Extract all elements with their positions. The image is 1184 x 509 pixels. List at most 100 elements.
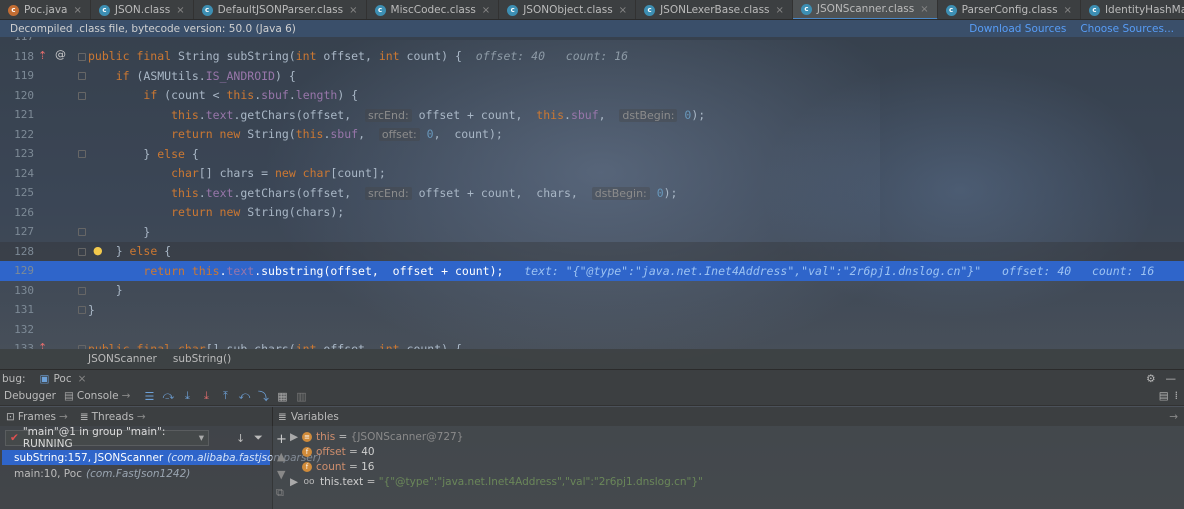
pin-icon[interactable]: → [1169,411,1178,423]
close-icon[interactable]: × [619,5,627,16]
code-line[interactable]: 124 char[] chars = new char[count]; [0,164,1184,184]
tab-identityhashmap-class[interactable]: cIdentityHashMap.class× [1081,0,1184,19]
stack-frame[interactable]: subString:157, JSONScanner (com.alibaba.f… [2,450,321,465]
thread-selector[interactable]: ✔ "main"@1 in group "main": RUNNING ▾ [5,426,209,450]
fold-marker-icon[interactable] [78,286,86,295]
fold-marker-icon[interactable] [78,306,86,314]
tab-defaultjsonparser-class[interactable]: c DefaultJSONParser.class × [194,0,367,19]
minimize-icon[interactable]: — [1166,373,1177,385]
code-line[interactable]: 118 public final String subString(int off… [0,47,1184,67]
variable-row[interactable]: ▶ oo this.text = "{"@type":"java.net.Inet4… [290,474,703,489]
code-line[interactable]: 133 public final char[] sub_chars(int off… [0,339,1184,349]
expand-arrow-icon[interactable]: ▶ [290,476,302,488]
breadcrumb-class[interactable]: JSONScanner [88,353,157,365]
force-step-into-icon[interactable]: ⤓ [197,388,215,404]
download-sources-link[interactable]: Download Sources [969,23,1066,35]
close-icon[interactable]: × [776,5,784,16]
line-number[interactable]: 130 [0,284,34,297]
line-number[interactable]: 118 [0,50,34,63]
trace-icon[interactable]: ▥ [292,388,310,404]
evaluate-expression-icon[interactable]: ▦ [273,388,291,404]
code-line[interactable]: 129 return this.text.substring(offset, o… [0,261,1184,281]
code-line[interactable]: 127 } [0,222,1184,242]
line-number[interactable]: 131 [0,303,34,316]
fold-marker-icon[interactable] [78,72,86,80]
threads-tab[interactable]: ≣ Threads → [80,411,146,423]
variable-row[interactable]: f count = 16 [290,459,374,474]
override-icon[interactable]: ⇡ [38,49,47,62]
code-line[interactable]: 130 } [0,281,1184,301]
line-number[interactable]: 121 [0,108,34,121]
line-number[interactable]: 128 [0,245,34,258]
tab-misccodec-class[interactable]: c MiscCodec.class × [367,0,500,19]
code-line[interactable]: 126 return new String(chars); [0,203,1184,223]
expand-arrow-icon[interactable]: ▶ [290,431,302,443]
line-number[interactable]: 124 [0,167,34,180]
line-number[interactable]: 119 [0,69,34,82]
line-number[interactable]: 120 [0,89,34,102]
close-icon[interactable]: × [176,5,184,16]
fold-marker-icon[interactable] [78,247,86,256]
stack-frame[interactable]: main:10, Poc (com.FastJson1242) [2,466,270,481]
up-arrow-icon[interactable]: ▲ [277,450,285,463]
fold-marker-icon[interactable] [78,91,86,100]
code-line[interactable]: 131} [0,300,1184,320]
code-line[interactable]: 119 if (ASMUtils.IS_ANDROID) { [0,66,1184,86]
fold-marker-icon[interactable] [78,228,86,236]
code-line[interactable]: 132 [0,320,1184,340]
close-icon[interactable]: × [74,5,82,16]
tab-jsonlexerbase-class[interactable]: c JSONLexerBase.class × [636,0,793,19]
annotation-icon[interactable]: @ [55,48,66,61]
variables-tab[interactable]: ≣ Variables → [272,407,1184,426]
copy-icon[interactable]: ⧉ [276,486,284,500]
code-line[interactable]: 123 } else { [0,144,1184,164]
add-watch-icon[interactable]: + [276,432,287,447]
choose-sources-link[interactable]: Choose Sources... [1080,23,1174,35]
filter-icon[interactable]: ⏷ [254,431,263,445]
console-tab[interactable]: ▤ Console → [64,390,130,402]
code-line[interactable]: 128 } else { [0,241,1184,261]
frames-tab[interactable]: ⊡ Frames → [6,411,68,423]
show-execution-point-icon[interactable]: ☰ [140,388,158,404]
tab-jsonscanner-class[interactable]: c JSONScanner.class × [792,0,938,19]
fold-marker-icon[interactable] [78,52,86,61]
tab-json-class[interactable]: c JSON.class × [91,0,194,19]
override-icon[interactable]: ⇡ [38,341,47,349]
code-line[interactable]: 125 this.text.getChars(offset, srcEnd: o… [0,183,1184,203]
code-line[interactable]: 122 return new String(this.sbuf, offset:… [0,125,1184,145]
debugger-tab[interactable]: Debugger [4,390,56,402]
variable-row[interactable]: f offset = 40 [290,444,375,459]
line-number[interactable]: 133 [0,342,34,349]
close-icon[interactable]: × [920,4,928,15]
variable-row[interactable]: ▶ ≡ this = {JSONScanner@727} [290,429,463,444]
fold-marker-icon[interactable] [78,150,86,158]
line-number[interactable]: 129 [0,264,34,277]
run-to-cursor-icon[interactable]: ⤵ [254,388,272,404]
close-icon[interactable]: × [349,5,357,16]
close-icon[interactable]: × [1064,5,1072,16]
line-number[interactable]: 123 [0,147,34,160]
line-number[interactable]: 117 [0,37,34,43]
code-line[interactable]: 120 if (count < this.sbuf.length) { [0,86,1184,106]
step-into-icon[interactable]: ⤓ [178,388,196,404]
bulb-icon[interactable]: ● [93,244,103,257]
drop-frame-icon[interactable]: ⤺ [235,388,253,404]
tab-parserconfig-class[interactable]: c ParserConfig.class × [938,0,1081,19]
down-arrow-icon[interactable]: ▼ [277,468,285,481]
line-number[interactable]: 127 [0,225,34,238]
line-number[interactable]: 125 [0,186,34,199]
arrow-down-icon[interactable]: ↓ [236,432,245,445]
gear-icon[interactable]: ⚙ [1146,373,1155,385]
run-config-tab[interactable]: ▣ Poc × [40,373,87,385]
step-over-icon[interactable]: ⤼ [159,388,177,404]
layout-icon[interactable]: ▤ [1159,390,1169,402]
line-number[interactable]: 132 [0,323,34,336]
code-line[interactable]: 117 [0,37,1184,47]
close-icon[interactable]: × [78,373,87,385]
line-number[interactable]: 122 [0,128,34,141]
breadcrumb-method[interactable]: subString() [173,353,231,365]
close-icon[interactable]: × [482,5,490,16]
line-number[interactable]: 126 [0,206,34,219]
code-line[interactable]: 121 this.text.getChars(offset, srcEnd: o… [0,105,1184,125]
tab-jsonobject-class[interactable]: c JSONObject.class × [499,0,637,19]
